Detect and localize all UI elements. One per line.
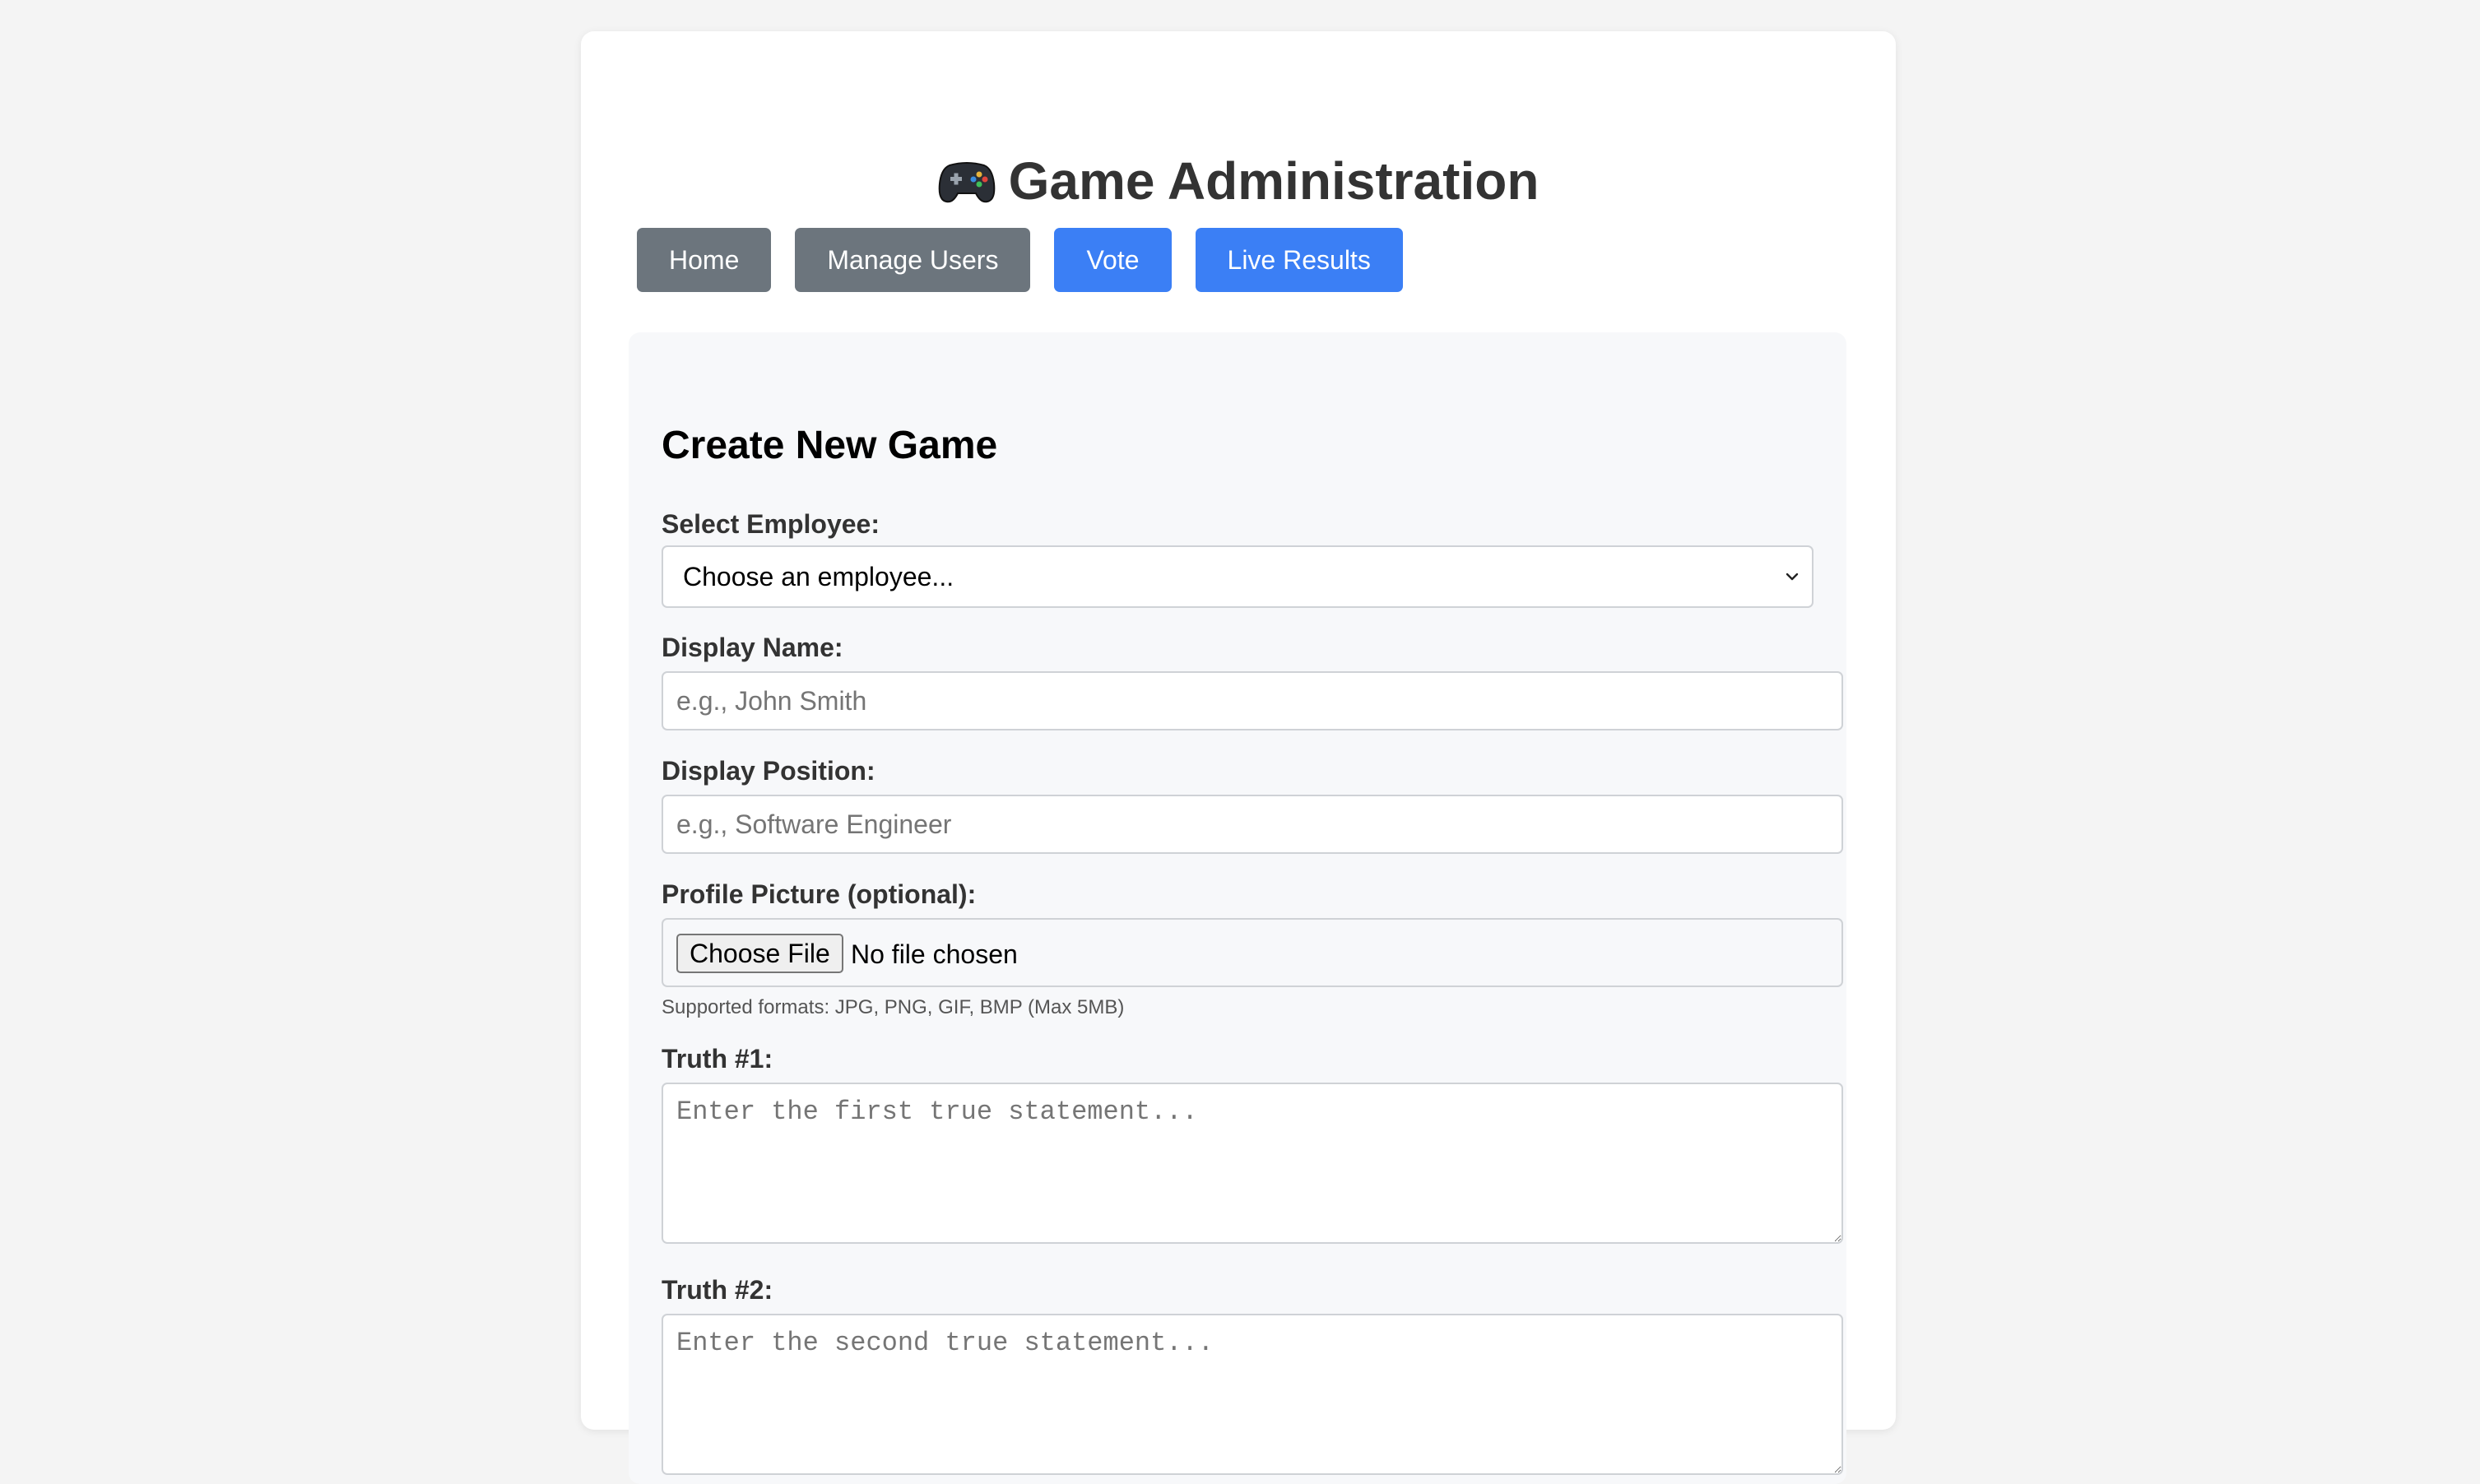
manage-users-button[interactable]: Manage Users bbox=[795, 228, 1031, 292]
admin-card: Game Administration Home Manage Users Vo… bbox=[581, 31, 1896, 1484]
picture-format-hint: Supported formats: JPG, PNG, GIF, BMP (M… bbox=[662, 996, 1125, 1018]
display-name-input[interactable] bbox=[662, 671, 1843, 730]
display-position-label: Display Position: bbox=[662, 756, 875, 786]
nav-bar: Home Manage Users Vote Live Results bbox=[637, 228, 1403, 292]
vote-button[interactable]: Vote bbox=[1054, 228, 1172, 292]
profile-picture-field: Choose File No file chosen bbox=[662, 918, 1843, 987]
home-button[interactable]: Home bbox=[637, 228, 772, 292]
chevron-down-icon bbox=[1786, 573, 1799, 581]
truth2-label: Truth #2: bbox=[662, 1275, 773, 1305]
page-title-text: Game Administration bbox=[1008, 151, 1540, 211]
employee-select[interactable]: Choose an employee... bbox=[662, 545, 1814, 608]
page-title: Game Administration bbox=[581, 151, 1896, 211]
section-heading: Create New Game bbox=[662, 424, 998, 467]
profile-picture-label: Profile Picture (optional): bbox=[662, 879, 977, 909]
file-status: No file chosen bbox=[851, 939, 1018, 969]
truth2-textarea[interactable] bbox=[662, 1314, 1843, 1475]
gamepad-icon bbox=[938, 162, 995, 203]
truth1-label: Truth #1: bbox=[662, 1044, 773, 1074]
display-name-label: Display Name: bbox=[662, 633, 843, 662]
employee-label: Select Employee: bbox=[662, 509, 880, 539]
create-game-panel: Create New Game Select Employee: Choose … bbox=[629, 332, 1846, 1484]
live-results-button[interactable]: Live Results bbox=[1195, 228, 1403, 292]
display-position-input[interactable] bbox=[662, 795, 1843, 854]
truth1-textarea[interactable] bbox=[662, 1083, 1843, 1244]
choose-file-button[interactable]: Choose File bbox=[676, 934, 843, 973]
employee-select-value: Choose an employee... bbox=[683, 562, 954, 591]
